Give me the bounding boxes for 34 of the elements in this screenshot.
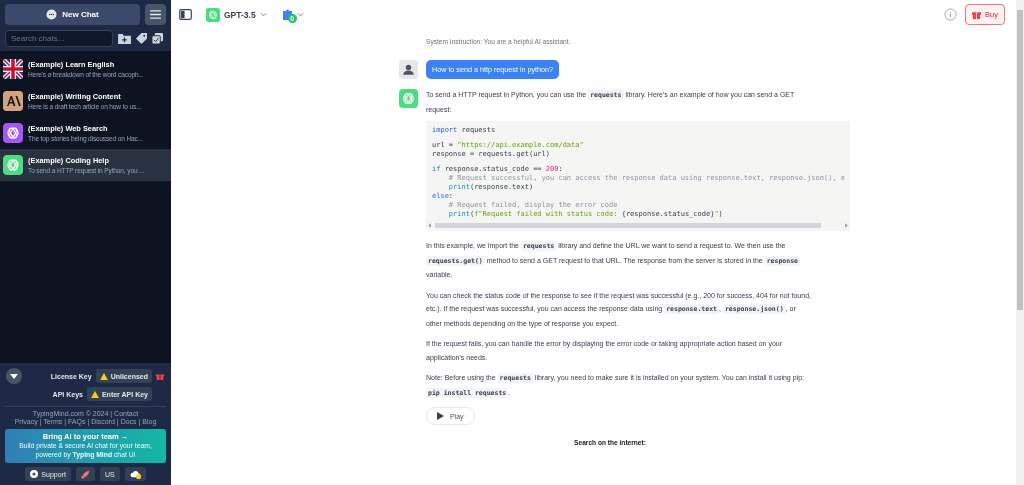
knot-logo-icon [3,123,23,143]
play-icon [437,412,444,420]
menu-icon [150,10,161,19]
chat-bubble-icon [46,9,58,20]
knot-logo-icon [3,155,23,175]
user-avatar-icon [399,60,418,79]
gift-icon [972,10,982,19]
tag-icon[interactable] [136,33,147,44]
flag-icon [3,59,23,79]
puzzle-icon [280,7,295,22]
caret-icon [10,373,18,379]
cloud-sync-button[interactable] [124,467,146,481]
assistant-avatar-icon [399,89,418,108]
rocket-button[interactable] [75,467,95,481]
warning-icon [90,390,99,398]
sidebar-toggle-icon[interactable] [179,9,192,20]
new-chat-button[interactable]: New Chat [5,4,140,25]
search-field[interactable]: Search chats... [5,30,113,47]
folder-add-icon[interactable] [118,33,131,44]
model-selector[interactable]: GPT-3.5 [206,7,267,22]
cloud-icon [129,469,141,479]
gift-icon[interactable] [156,372,164,381]
collapse-button[interactable] [6,368,22,385]
scrollbar-thumb[interactable] [435,223,821,228]
scrollbar-thumb[interactable] [1017,10,1023,310]
chevron-down-icon [259,12,267,17]
warning-icon [99,372,108,380]
menu-button[interactable] [145,4,166,25]
chevron-down-icon [296,12,304,17]
logo-icon [3,91,23,111]
checklist-icon[interactable] [152,33,163,44]
knot-logo-icon [206,7,220,22]
rocket-icon [80,469,90,479]
lifebuoy-icon [30,470,39,478]
